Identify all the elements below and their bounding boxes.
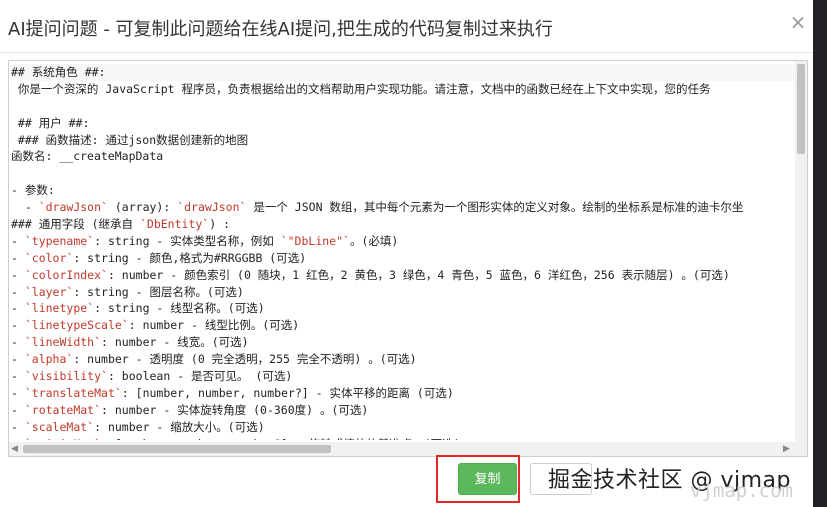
code-line: - `visibility`: boolean - 是否可见。 (可选) — [11, 369, 293, 384]
close-icon[interactable]: × — [787, 11, 809, 33]
code-line: - `layer`: string - 图层名称。(可选) — [11, 284, 244, 299]
copy-button[interactable]: 复制 — [458, 463, 517, 495]
code-line: 你是一个资深的 JavaScript 程序员，负责根据给出的文档帮助用户实现功能… — [11, 81, 711, 96]
horizontal-scroll-thumb[interactable] — [23, 445, 331, 453]
code-line: - `rotateMat`: number - 实体旋转角度 (0-360度) … — [11, 402, 369, 417]
question-textarea[interactable]: ## 系统角色 ##: 你是一个资深的 JavaScript 程序员，负责根据给… — [8, 60, 808, 457]
code-line: - 参数: — [11, 183, 55, 198]
question-text: ## 系统角色 ##: 你是一个资深的 JavaScript 程序员，负责根据给… — [11, 64, 797, 440]
code-line: - `color`: string - 颜色,格式为#RRGGBB (可选) — [11, 250, 307, 265]
code-line: ### 函数描述: 通过json数据创建新的地图 — [11, 132, 249, 147]
code-line: - `scaleMat`: number - 缩放大小。(可选) — [11, 419, 265, 434]
code-line: - `drawJson` (array): `drawJson` 是一个 JSO… — [11, 200, 744, 215]
code-line: - `linetype`: string - 线型名称。(可选) — [11, 301, 265, 316]
vertical-scrollbar[interactable] — [795, 61, 807, 456]
vertical-scroll-thumb[interactable] — [797, 64, 805, 154]
code-line: - `lineWidth`: number - 线宽。(可选) — [11, 335, 249, 350]
ai-question-dialog: AI提问问题 - 可复制此问题给在线AI提问,把生成的代码复制过来执行 × ##… — [0, 0, 813, 507]
code-line: - `translateMat`: [number, number, numbe… — [11, 385, 454, 400]
background-edge — [813, 0, 827, 507]
code-line: - `alpha`: number - 透明度 (0 完全透明，255 完全不透… — [11, 352, 417, 367]
scroll-left-icon[interactable]: ◀ — [11, 444, 18, 454]
watermark-url: vjmap.com — [690, 480, 793, 502]
code-line: - `linetypeScale`: number - 线型比例。(可选) — [11, 318, 300, 333]
dialog-title: AI提问问题 - 可复制此问题给在线AI提问,把生成的代码复制过来执行 — [8, 19, 553, 40]
scroll-right-icon[interactable]: ▶ — [783, 444, 790, 454]
code-line: - `typename`: string - 实体类型名称，例如 `"DbLin… — [11, 233, 399, 248]
code-line: - `colorIndex`: number - 颜色索引 (0 随块，1 红色… — [11, 267, 730, 282]
code-line: ## 系统角色 ##: — [11, 64, 797, 81]
code-line: ## 用户 ##: — [11, 115, 90, 130]
code-line: - `originMat`: [number, number, number?]… — [11, 436, 797, 440]
horizontal-scrollbar[interactable]: ◀ ▶ — [9, 442, 795, 456]
code-line: ### 通用字段 (继承自 `DbEntity`) : — [11, 217, 230, 232]
code-line: 函数名: __createMapData — [11, 149, 164, 164]
header-divider — [0, 52, 813, 53]
